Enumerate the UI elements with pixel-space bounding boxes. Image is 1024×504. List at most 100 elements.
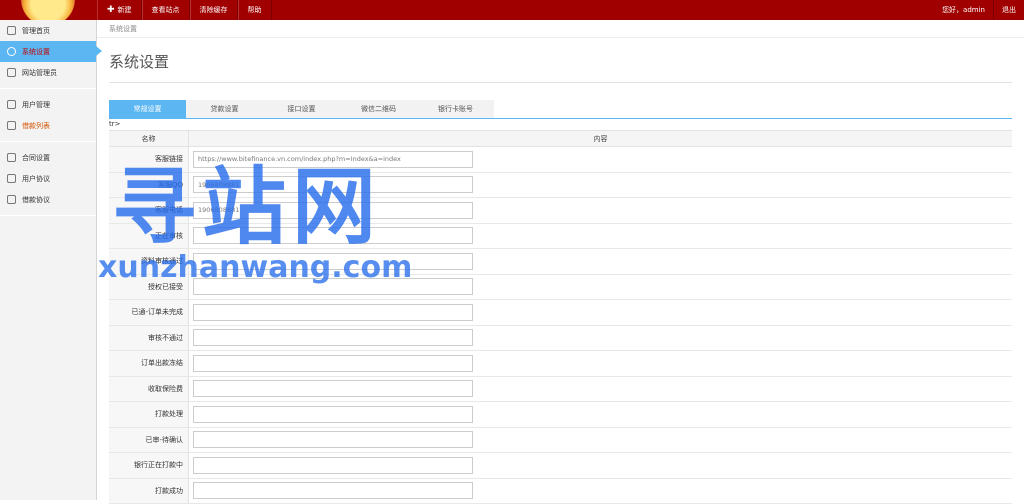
setting-input[interactable] — [193, 482, 473, 499]
table-row: 客服电话 — [109, 198, 1012, 224]
sidebar-item-users[interactable]: 用户管理 — [0, 94, 96, 115]
top-right: 您好，admin 退出 — [934, 0, 1024, 20]
row-label: 已通-订单未完成 — [109, 300, 189, 325]
table-row: 资料审核通过 — [109, 249, 1012, 275]
setting-input[interactable] — [193, 202, 473, 219]
row-value-cell — [189, 351, 1012, 376]
sidebar-item-system-settings[interactable]: 系统设置 — [0, 41, 96, 62]
greeting-text: 您好，admin — [934, 5, 993, 15]
sidebar: 管理首页 系统设置 网站管理员 用户管理 借款列表 合同设置 用户协议 借款协议 — [0, 20, 97, 500]
document-icon — [7, 195, 16, 204]
row-label: 授权已接受 — [109, 275, 189, 300]
row-value-cell — [189, 453, 1012, 478]
setting-input[interactable] — [193, 329, 473, 346]
table-row: 收取保险费 — [109, 377, 1012, 403]
table-row: 授权已接受 — [109, 275, 1012, 301]
row-label: 客服QQ — [109, 173, 189, 198]
sidebar-divider — [0, 88, 96, 89]
row-label: 正在审核 — [109, 224, 189, 249]
stray-text: tr> — [109, 120, 121, 128]
row-label: 银行正在打款中 — [109, 453, 189, 478]
setting-input[interactable] — [193, 406, 473, 423]
sidebar-item-loans[interactable]: 借款列表 — [0, 115, 96, 136]
table-row: 打款处理 — [109, 402, 1012, 428]
row-value-cell — [189, 377, 1012, 402]
table-row: 已通-订单未完成 — [109, 300, 1012, 326]
row-label: 已审-待确认 — [109, 428, 189, 453]
row-label: 客服链接 — [109, 147, 189, 172]
tab-divider — [109, 118, 1012, 119]
row-value-cell — [189, 300, 1012, 325]
setting-input[interactable] — [193, 176, 473, 193]
user-icon — [7, 68, 16, 77]
row-value-cell — [189, 428, 1012, 453]
sun-logo-icon — [21, 0, 75, 20]
table-row: 订单出款冻结 — [109, 351, 1012, 377]
row-label: 打款处理 — [109, 402, 189, 427]
row-label: 审核不通过 — [109, 326, 189, 351]
table-row: 客服QQ — [109, 173, 1012, 199]
setting-input[interactable] — [193, 304, 473, 321]
table-header: 名称 内容 — [109, 131, 1012, 147]
setting-input[interactable] — [193, 227, 473, 244]
row-value-cell — [189, 198, 1012, 223]
table-row: 银行正在打款中 — [109, 453, 1012, 479]
tab-interface[interactable]: 接口设置 — [263, 100, 340, 118]
row-value-cell — [189, 479, 1012, 504]
setting-input[interactable] — [193, 431, 473, 448]
contract-icon — [7, 153, 16, 162]
row-value-cell — [189, 173, 1012, 198]
setting-input[interactable] — [193, 151, 473, 168]
settings-table: 名称 内容 客服链接客服QQ客服电话正在审核资料审核通过授权已接受已通-订单未完… — [109, 130, 1012, 504]
row-label: 客服电话 — [109, 198, 189, 223]
setting-input[interactable] — [193, 278, 473, 295]
clear-cache-button[interactable]: 清除缓存 — [190, 0, 238, 20]
row-value-cell — [189, 275, 1012, 300]
sidebar-item-contract[interactable]: 合同设置 — [0, 147, 96, 168]
sidebar-divider — [0, 141, 96, 142]
row-value-cell — [189, 249, 1012, 274]
logo — [0, 0, 97, 20]
row-value-cell — [189, 224, 1012, 249]
row-label: 打款成功 — [109, 479, 189, 504]
tab-bank-account[interactable]: 银行卡账号 — [417, 100, 494, 118]
tab-wechat-qr[interactable]: 微信二维码 — [340, 100, 417, 118]
gear-icon — [7, 47, 16, 56]
table-row: 打款成功 — [109, 479, 1012, 504]
page-title: 系统设置 — [109, 51, 169, 72]
sidebar-item-home[interactable]: 管理首页 — [0, 20, 96, 41]
new-button[interactable]: ✚新建 — [97, 0, 142, 20]
header-name: 名称 — [109, 131, 189, 146]
list-icon — [7, 121, 16, 130]
setting-input[interactable] — [193, 380, 473, 397]
logout-button[interactable]: 退出 — [993, 0, 1024, 20]
tab-bar: 常规设置 贷款设置 接口设置 微信二维码 银行卡账号 — [109, 100, 494, 118]
main-content: 系统设置 系统设置 常规设置 贷款设置 接口设置 微信二维码 银行卡账号 tr>… — [97, 20, 1024, 500]
sidebar-item-admins[interactable]: 网站管理员 — [0, 62, 96, 83]
table-row: 审核不通过 — [109, 326, 1012, 352]
row-label: 收取保险费 — [109, 377, 189, 402]
sidebar-divider — [0, 215, 96, 216]
title-divider — [109, 82, 1012, 83]
breadcrumb: 系统设置 — [97, 20, 1024, 38]
header-content: 内容 — [189, 131, 1012, 146]
table-row: 已审-待确认 — [109, 428, 1012, 454]
table-body: 客服链接客服QQ客服电话正在审核资料审核通过授权已接受已通-订单未完成审核不通过… — [109, 147, 1012, 504]
setting-input[interactable] — [193, 457, 473, 474]
table-row: 客服链接 — [109, 147, 1012, 173]
plus-icon: ✚ — [107, 0, 115, 20]
sidebar-item-user-agreement[interactable]: 用户协议 — [0, 168, 96, 189]
setting-input[interactable] — [193, 253, 473, 270]
tab-loan[interactable]: 贷款设置 — [186, 100, 263, 118]
row-label: 资料审核通过 — [109, 249, 189, 274]
sidebar-item-loan-agreement[interactable]: 借款协议 — [0, 189, 96, 210]
table-row: 正在审核 — [109, 224, 1012, 250]
setting-input[interactable] — [193, 355, 473, 372]
row-value-cell — [189, 402, 1012, 427]
row-value-cell — [189, 326, 1012, 351]
view-site-button[interactable]: 查看站点 — [142, 0, 190, 20]
tab-general[interactable]: 常规设置 — [109, 100, 186, 118]
top-nav: ✚新建 查看站点 清除缓存 帮助 — [97, 0, 272, 20]
document-icon — [7, 174, 16, 183]
help-button[interactable]: 帮助 — [238, 0, 272, 20]
